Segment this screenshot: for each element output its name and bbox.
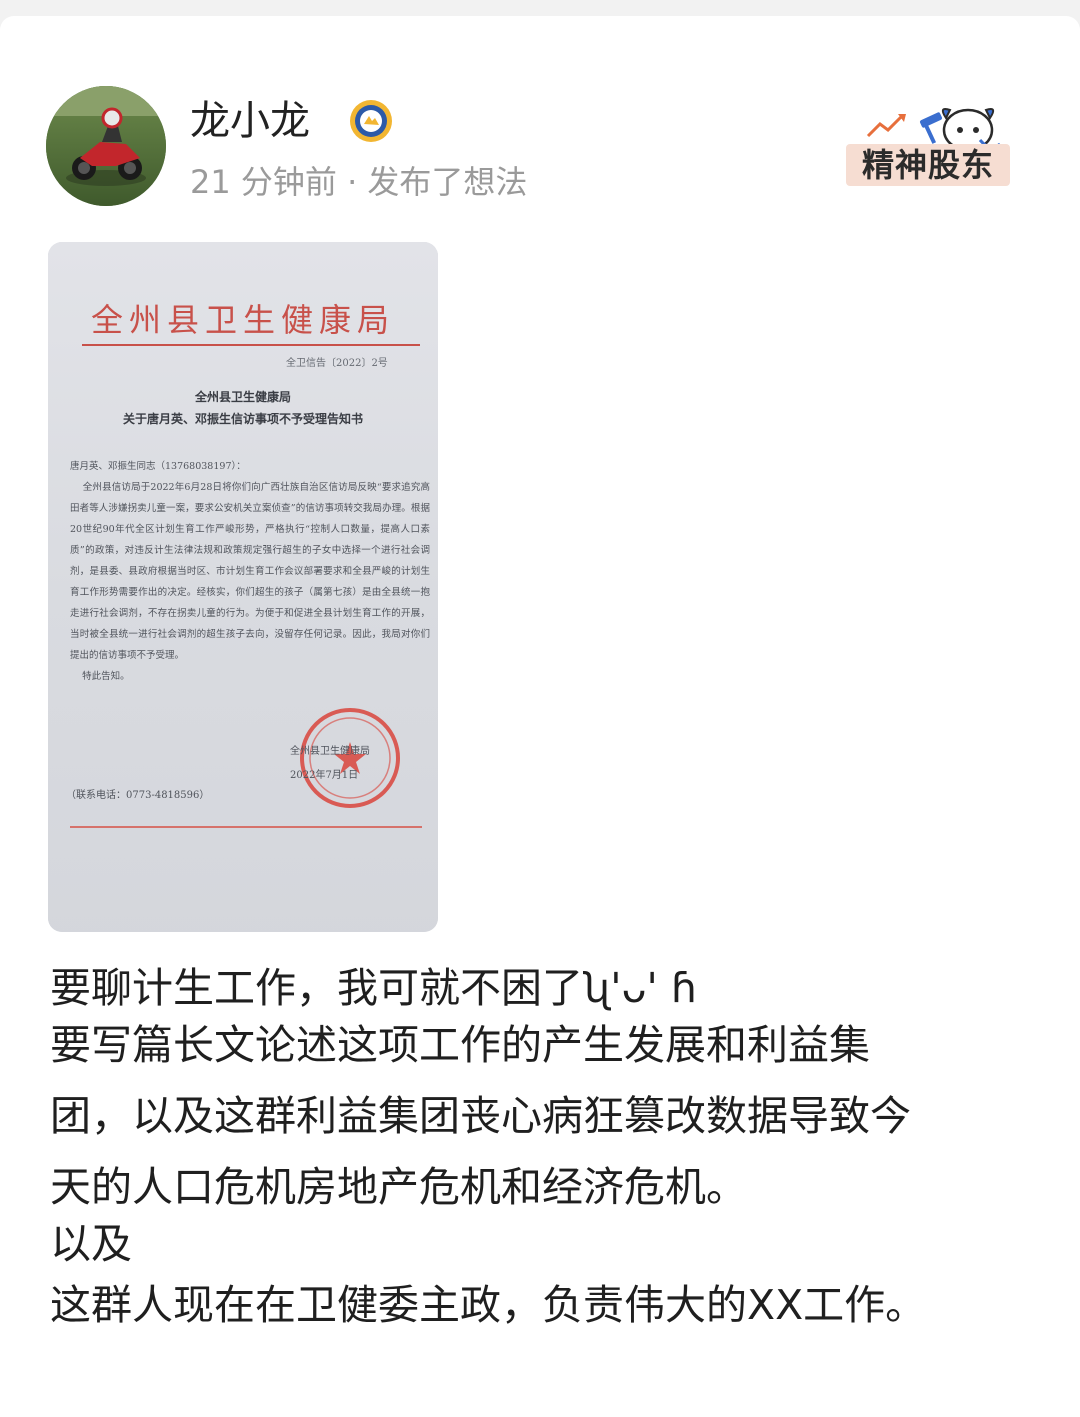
document-org-heading: 全州县卫生健康局 <box>90 301 395 339</box>
post-line: 团，以及这群利益集团丧心病狂篡改数据导致今 <box>50 1092 911 1140</box>
document-footer-rule <box>70 826 422 828</box>
spirit-shareholder-stamp: 精神股东 <box>840 100 1016 192</box>
post-line: 天的人口危机房地产危机和经济危机。 <box>50 1163 747 1211</box>
document-body: 唐月英、邓振生同志（13768038197）： 全州县信访局于2022年6月28… <box>70 461 430 682</box>
top-separator <box>0 0 1080 40</box>
document-date: 2022年7月1日 <box>290 770 359 781</box>
document-header-rule <box>82 344 420 346</box>
motorcycle-rider-avatar-image <box>46 86 166 206</box>
post-line: 以及 <box>50 1220 132 1268</box>
post-meta: 21 分钟前 · 发布了想法 <box>190 163 528 201</box>
post-line: 要写篇长文论述这项工作的产生发展和利益集 <box>50 1021 870 1069</box>
document-contact: （联系电话：0773-4818596） <box>66 790 210 801</box>
post-line: 这群人现在在卫健委主政，负责伟大的XX工作。 <box>50 1281 927 1329</box>
document-title-line2: 关于唐月英、邓振生信访事项不予受理告知书 <box>122 412 363 426</box>
verified-badge-icon <box>350 100 392 142</box>
post-line: 要聊计生工作，我可就不困了ʯ'ᴗ' ɦ <box>50 964 697 1012</box>
username[interactable]: 龙小龙 <box>190 96 310 146</box>
document-reference-number: 全卫信告〔2022〕2号 <box>286 358 388 369</box>
official-seal-icon <box>300 708 400 808</box>
post-content: 要聊计生工作，我可就不困了ʯ'ᴗ' ɦ 要写篇长文论述这项工作的产生发展和利益集… <box>50 960 1010 1334</box>
stamp-label: 精神股东 <box>846 144 1010 186</box>
document-signer: 全州县卫生健康局 <box>290 746 370 757</box>
avatar[interactable] <box>46 86 166 206</box>
document-title-line1: 全州县卫生健康局 <box>194 390 291 404</box>
